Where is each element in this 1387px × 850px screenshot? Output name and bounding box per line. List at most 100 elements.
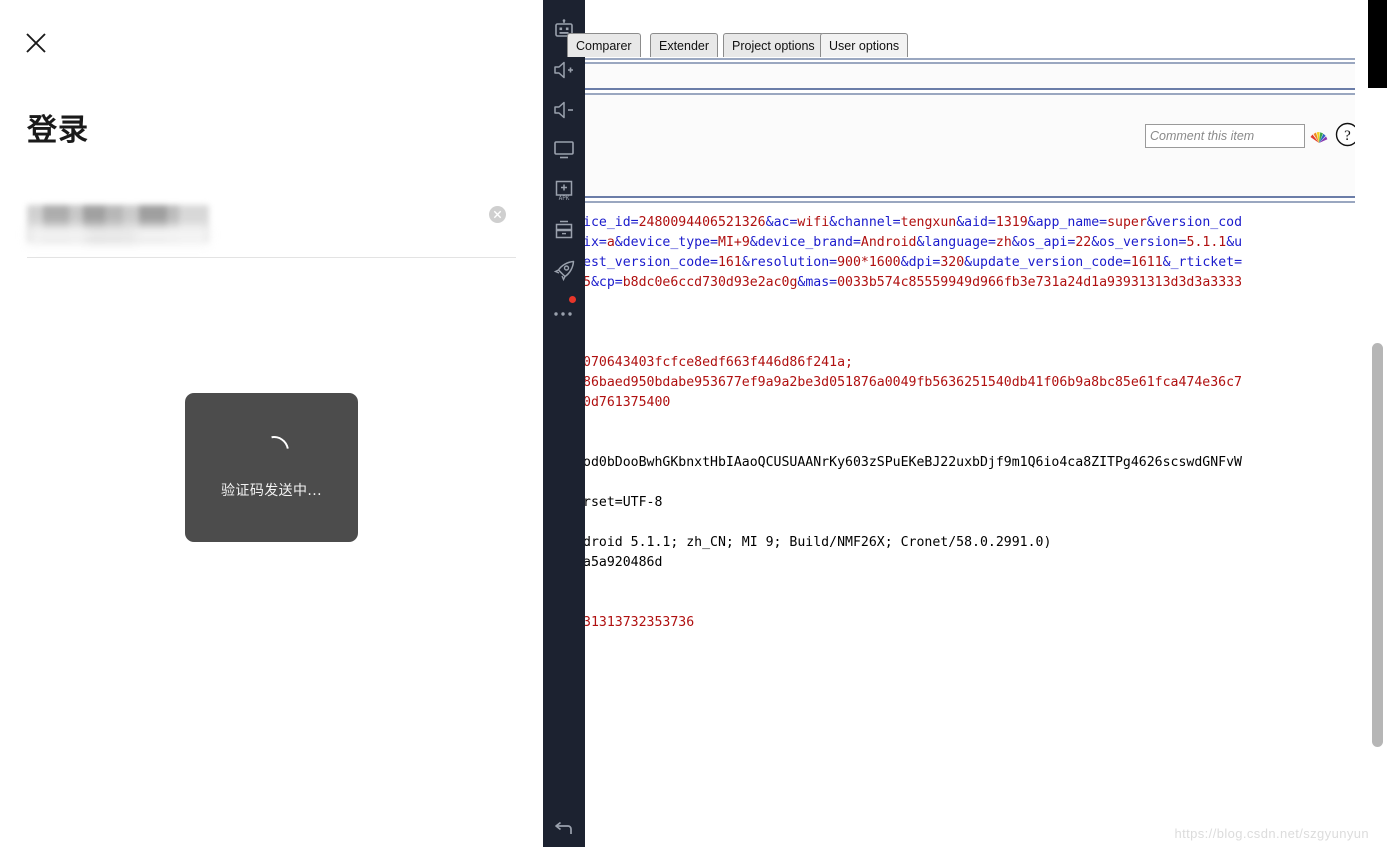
message-line: od0bDooBwhGKbnxtHbIAaoQCUSUAANrKy603zSPu… bbox=[585, 453, 1372, 473]
message-token: &device_type= bbox=[614, 235, 718, 250]
message-line: ix=a&device_type=MI+9&device_brand=Andro… bbox=[585, 233, 1372, 253]
field-underline bbox=[27, 257, 516, 258]
message-token: zh bbox=[995, 235, 1012, 250]
message-token: &app_name= bbox=[1027, 215, 1108, 230]
message-token: b8dc0e6ccd730d93e2ac0g bbox=[622, 275, 798, 290]
message-token: Android bbox=[860, 235, 917, 250]
phone-input-field[interactable] bbox=[27, 196, 516, 258]
page-title: 登录 bbox=[27, 113, 89, 148]
loading-spinner-icon bbox=[252, 429, 295, 472]
svg-text:APK: APK bbox=[559, 195, 570, 201]
page-scrollbar-thumb[interactable] bbox=[1372, 343, 1383, 747]
tab-project-options[interactable]: Project options bbox=[723, 33, 824, 57]
message-token: &device_brand= bbox=[749, 235, 861, 250]
message-token: 320 bbox=[940, 255, 965, 270]
message-token: &update_version_code= bbox=[964, 255, 1131, 270]
message-token: ice_id= bbox=[585, 215, 639, 230]
mobile-login-panel: 登录 验证码发送中... bbox=[0, 0, 543, 847]
message-token: 22 bbox=[1075, 235, 1092, 250]
message-line: 31313732353736 bbox=[585, 613, 1372, 633]
window-vertical-scrollbar[interactable] bbox=[1368, 0, 1387, 847]
message-token: 070643403fcfce8edf663f446d86f241a; bbox=[585, 355, 853, 370]
highlighter-fan-icon[interactable] bbox=[1308, 123, 1330, 147]
message-line: a5a920486d bbox=[585, 553, 1372, 573]
message-token: MI+9 bbox=[718, 235, 750, 250]
screen-icon[interactable] bbox=[543, 130, 585, 170]
close-icon[interactable] bbox=[23, 30, 49, 56]
message-line: est_version_code=161&resolution=900*1600… bbox=[585, 253, 1372, 273]
message-token: 1611 bbox=[1130, 255, 1163, 270]
message-token: droid 5.1.1; zh_CN; MI 9; Build/NMF26X; … bbox=[585, 535, 1052, 550]
more-icon[interactable] bbox=[543, 290, 585, 330]
message-token: 1319 bbox=[995, 215, 1028, 230]
message-token: &language= bbox=[916, 235, 996, 250]
message-token: &version_cod bbox=[1146, 215, 1243, 230]
message-line: ice_id=2480094406521326&ac=wifi&channel=… bbox=[585, 213, 1372, 233]
upper-blank-panel bbox=[585, 62, 1372, 90]
message-token: &channel= bbox=[829, 215, 901, 230]
burp-tab-strip: Comparer Extender Project options User o… bbox=[567, 30, 1372, 60]
burp-suite-window: Comparer Extender Project options User o… bbox=[567, 0, 1387, 847]
message-line: rset=UTF-8 bbox=[585, 493, 1372, 513]
message-token: est_version_code= bbox=[585, 255, 718, 270]
message-token: &dpi= bbox=[900, 255, 941, 270]
loading-toast: 验证码发送中... bbox=[185, 393, 358, 542]
message-token: 2480094406521326 bbox=[638, 215, 766, 230]
tab-user-options[interactable]: User options bbox=[820, 33, 909, 57]
apk-install-icon[interactable]: APK bbox=[543, 170, 585, 210]
emulator-tool-rail: APK bbox=[543, 0, 585, 847]
comment-input[interactable]: Comment this item bbox=[1145, 124, 1305, 148]
message-line bbox=[585, 573, 1372, 593]
message-token: &aid= bbox=[956, 215, 996, 230]
clear-circle-icon[interactable] bbox=[489, 206, 506, 223]
message-token: tengxun bbox=[900, 215, 957, 230]
message-line bbox=[585, 313, 1372, 333]
tab-comparer[interactable]: Comparer bbox=[567, 33, 641, 57]
message-line: droid 5.1.1; zh_CN; MI 9; Build/NMF26X; … bbox=[585, 533, 1372, 553]
message-line bbox=[585, 593, 1372, 613]
item-detail-panel: Comment this item ? bbox=[585, 93, 1372, 198]
message-line: 070643403fcfce8edf663f446d86f241a; bbox=[585, 353, 1372, 373]
message-token: &os_api= bbox=[1011, 235, 1076, 250]
message-token: 161 bbox=[717, 255, 742, 270]
message-token: 5.1.1 bbox=[1186, 235, 1227, 250]
volume-down-icon[interactable] bbox=[543, 90, 585, 130]
message-token: wifi bbox=[797, 215, 830, 230]
back-arrow-icon[interactable] bbox=[543, 810, 585, 850]
message-line: 5&cp=b8dc0e6ccd730d93e2ac0g&mas=0033b574… bbox=[585, 273, 1372, 293]
message-token: &mas= bbox=[797, 275, 838, 290]
message-token: 31313732353736 bbox=[585, 615, 695, 630]
message-token: &u bbox=[1226, 235, 1243, 250]
message-line bbox=[585, 433, 1372, 453]
message-token: 0d761375400 bbox=[585, 395, 671, 410]
watermark-text: https://blog.csdn.net/szgyunyun bbox=[1174, 826, 1369, 841]
notification-badge-dot bbox=[569, 296, 576, 303]
message-token: od0bDooBwhGKbnxtHbIAaoQCUSUAANrKy603zSPu… bbox=[585, 455, 1242, 470]
window-edge-gap bbox=[1355, 0, 1368, 847]
http-message-editor[interactable]: ice_id=2480094406521326&ac=wifi&channel=… bbox=[585, 201, 1372, 847]
message-line bbox=[585, 293, 1372, 313]
phone-number-masked-value bbox=[27, 205, 209, 242]
tab-extender[interactable]: Extender bbox=[650, 33, 719, 57]
message-token: 900*1600 bbox=[837, 255, 901, 270]
message-line bbox=[585, 473, 1372, 493]
http-message-text: ice_id=2480094406521326&ac=wifi&channel=… bbox=[585, 213, 1372, 633]
message-line bbox=[585, 333, 1372, 353]
message-token: &os_version= bbox=[1091, 235, 1187, 250]
message-line: 86baed950bdabe953677ef9a9a2be3d051876a00… bbox=[585, 373, 1372, 393]
message-token: 86baed950bdabe953677ef9a9a2be3d051876a00… bbox=[585, 375, 1242, 390]
message-token: &_rticket= bbox=[1162, 255, 1243, 270]
message-token: &ac= bbox=[765, 215, 798, 230]
toast-message: 验证码发送中... bbox=[221, 482, 322, 499]
package-icon[interactable] bbox=[543, 210, 585, 250]
message-token: &resolution= bbox=[741, 255, 838, 270]
screen-root: 登录 验证码发送中... APK Comparer Extender Proje… bbox=[0, 0, 1387, 847]
svg-text:?: ? bbox=[1344, 128, 1351, 144]
message-token: a bbox=[606, 235, 615, 250]
rocket-icon[interactable] bbox=[543, 250, 585, 290]
message-line bbox=[585, 413, 1372, 433]
window-scrollbar-thumb-dark[interactable] bbox=[1368, 0, 1387, 88]
message-token: a5a920486d bbox=[585, 555, 663, 570]
message-token: 0033b574c85559949d966fb3e731a24d1a939313… bbox=[837, 275, 1243, 290]
message-token: rset=UTF-8 bbox=[585, 495, 663, 510]
